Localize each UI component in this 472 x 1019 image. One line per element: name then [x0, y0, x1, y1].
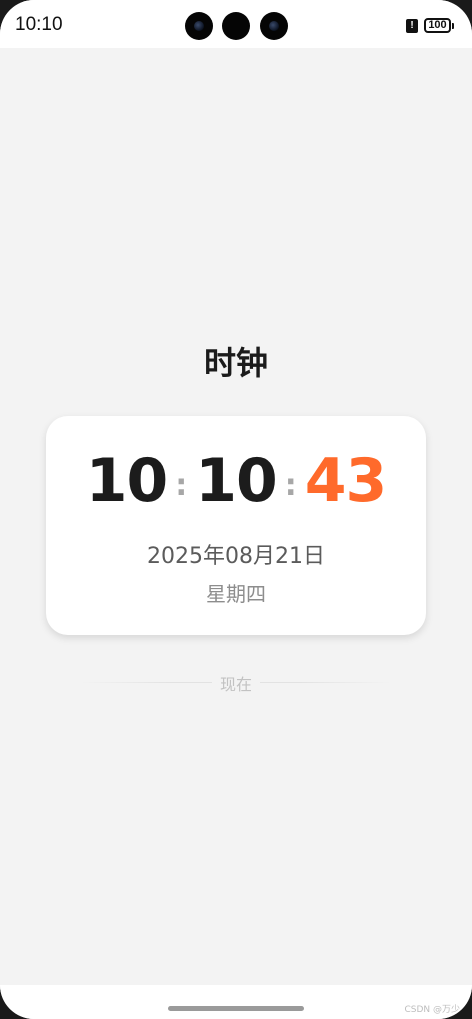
phone-screen: 10:10 ! 100 时钟 10 : 10 : 43 2025年08月21日 … [0, 0, 472, 1019]
date-text: 2025年08月21日 [147, 544, 325, 569]
status-bar: 10:10 ! 100 [0, 0, 472, 48]
bottom-bar: CSDN @万少 [0, 985, 472, 1019]
weekday-text: 星期四 [206, 582, 266, 606]
watermark: CSDN @万少 [404, 1005, 460, 1015]
battery-icon: 100 [424, 18, 454, 33]
battery-level: 100 [428, 19, 447, 31]
front-camera-icon [185, 12, 213, 40]
now-label-text: 现在 [211, 675, 260, 694]
front-camera-icon [222, 12, 250, 40]
hours-value: 10 [85, 446, 168, 516]
now-label: 现在 [0, 671, 472, 695]
home-indicator[interactable] [168, 1006, 304, 1011]
front-camera-icon [260, 12, 288, 40]
time-separator: : [284, 467, 297, 503]
time-display: 10 : 10 : 43 [46, 446, 426, 516]
time-separator: : [175, 467, 188, 503]
alert-icon: ! [406, 19, 418, 33]
minutes-value: 10 [195, 446, 277, 516]
status-time: 10:10 [15, 14, 63, 35]
page-title: 时钟 [203, 344, 268, 382]
seconds-value: 43 [304, 446, 387, 516]
clock-card: 10 : 10 : 43 2025年08月21日 星期四 [46, 416, 426, 635]
